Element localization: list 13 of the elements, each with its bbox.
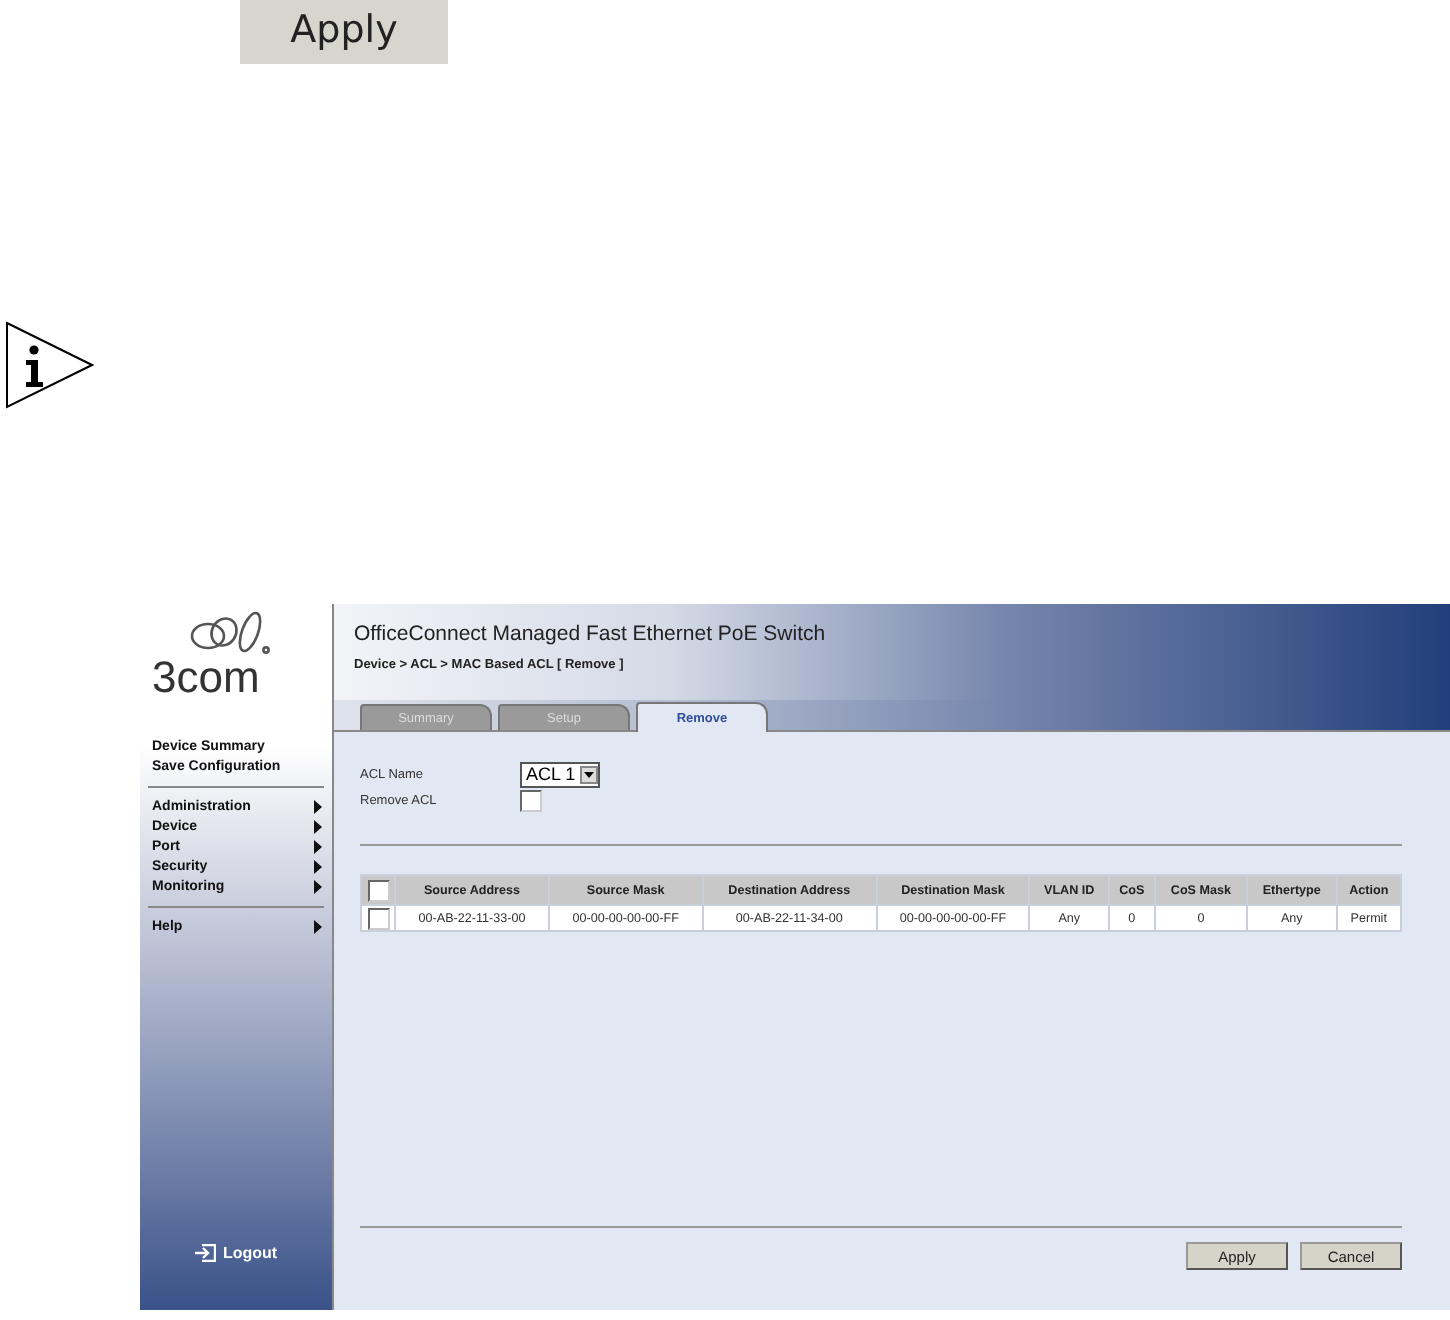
checkbox[interactable] bbox=[520, 789, 542, 811]
app-title: OfficeConnect Managed Fast Ethernet PoE Switch bbox=[354, 622, 826, 646]
info-note-icon bbox=[4, 320, 94, 410]
submenu-arrow-icon bbox=[314, 920, 322, 934]
checkbox[interactable] bbox=[367, 907, 389, 929]
acl-name-dropdown[interactable]: ACL 1 bbox=[520, 761, 600, 787]
checkbox[interactable] bbox=[367, 879, 389, 901]
logout-icon bbox=[194, 1244, 217, 1262]
dropdown-arrow-icon bbox=[583, 771, 594, 777]
logout-link[interactable]: Logout bbox=[222, 1244, 278, 1262]
apply-button[interactable]: Apply bbox=[240, 0, 448, 64]
logo-icon bbox=[188, 608, 272, 656]
brand-logo-text: 3com bbox=[152, 656, 260, 700]
